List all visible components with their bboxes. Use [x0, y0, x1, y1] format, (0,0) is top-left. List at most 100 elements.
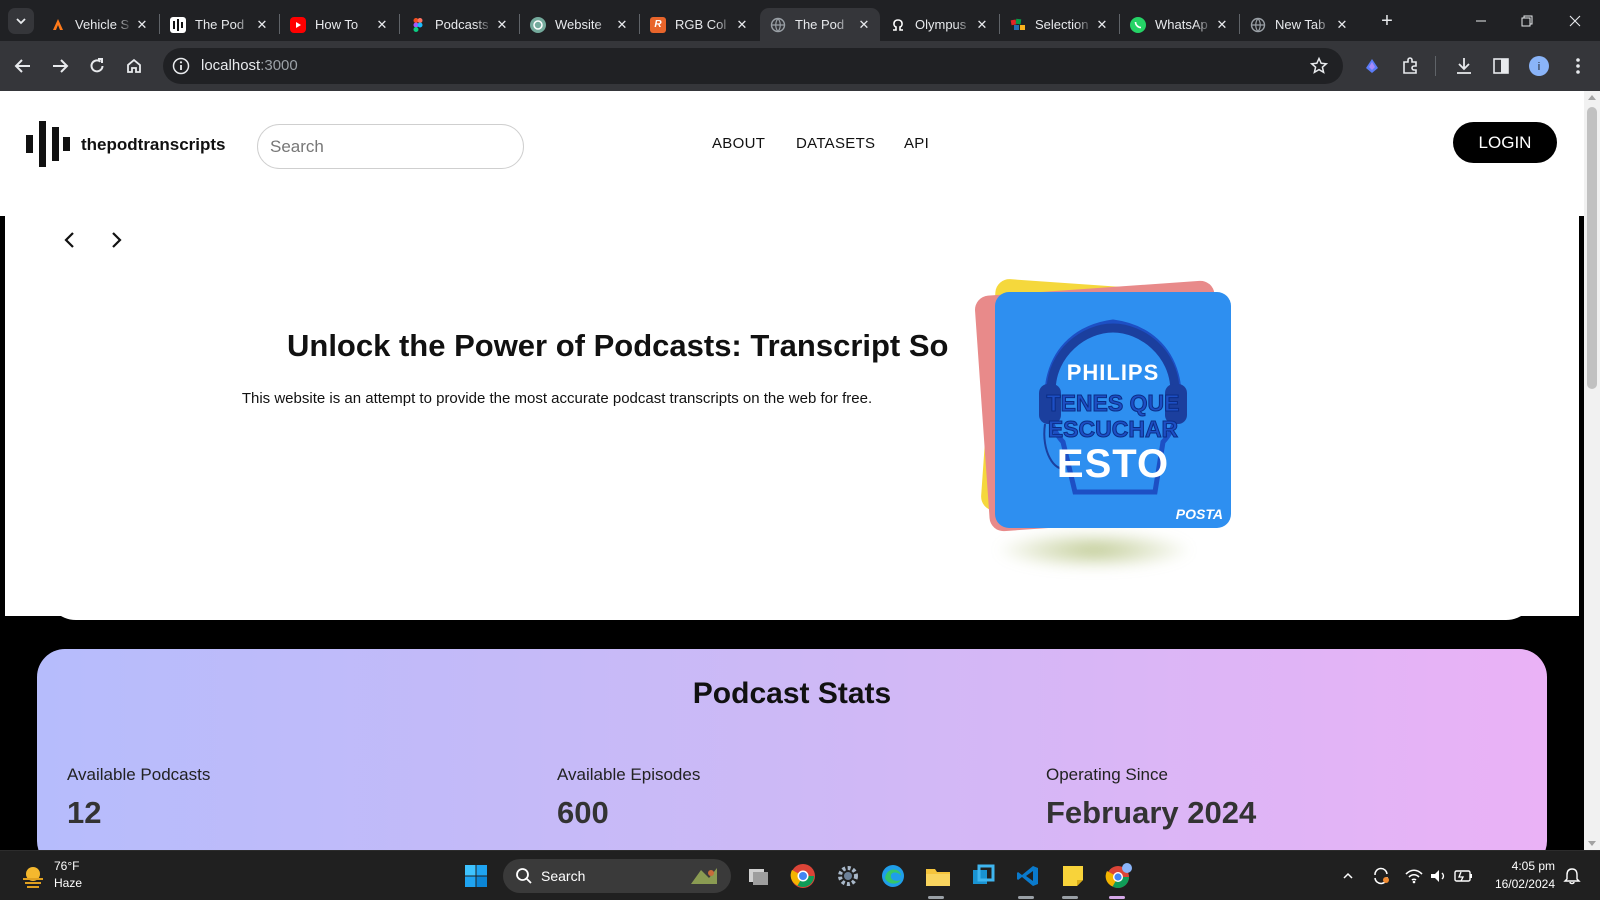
- artwork-badge: POSTA: [1175, 506, 1223, 522]
- site-info-icon[interactable]: [171, 56, 191, 76]
- tab-search-button[interactable]: [8, 8, 34, 34]
- search-highlight-icon: [691, 868, 717, 884]
- tab-item[interactable]: Selection ✕: [1000, 8, 1118, 41]
- search-input[interactable]: [257, 124, 524, 169]
- close-icon[interactable]: ✕: [134, 17, 150, 33]
- close-icon[interactable]: ✕: [734, 17, 750, 33]
- battery-icon[interactable]: [1453, 865, 1475, 887]
- wifi-icon[interactable]: [1403, 865, 1425, 887]
- taskbar-search-box[interactable]: Search: [503, 859, 731, 893]
- settings-gear-icon[interactable]: [832, 860, 864, 892]
- scrollbar-thumb[interactable]: [1587, 107, 1597, 389]
- tab-item[interactable]: New Tab ✕: [1240, 8, 1358, 41]
- new-tab-plus-icon[interactable]: +: [1376, 10, 1398, 32]
- task-view-icon[interactable]: [742, 860, 774, 892]
- file-explorer-icon[interactable]: [922, 860, 954, 892]
- tab-title: Website: [555, 17, 602, 32]
- home-icon[interactable]: [118, 50, 150, 82]
- chevron-down-icon: [16, 18, 26, 25]
- nav-about-link[interactable]: ABOUT: [712, 135, 765, 152]
- search-icon: [516, 868, 532, 884]
- weather-condition[interactable]: Haze: [54, 876, 82, 890]
- sticky-notes-icon[interactable]: [1057, 860, 1089, 892]
- close-icon[interactable]: ✕: [974, 17, 990, 33]
- brand-name[interactable]: thepodtranscripts: [81, 135, 226, 155]
- running-indicator: [1018, 896, 1034, 899]
- scroll-up-icon[interactable]: [1588, 95, 1596, 100]
- artwork-cover: PHILIPS TENES QUE ESCUCHAR ESTO POSTA: [995, 292, 1231, 528]
- url-text[interactable]: localhost:3000: [201, 57, 298, 74]
- tab-title: New Tab: [1275, 17, 1326, 32]
- tab-item[interactable]: Olympus ✕: [880, 8, 998, 41]
- address-bar[interactable]: localhost:3000: [163, 48, 1343, 84]
- carousel-prev-icon[interactable]: [60, 230, 80, 250]
- tab-item-active[interactable]: The Pod ✕: [760, 8, 880, 41]
- nav-datasets-link[interactable]: DATASETS: [796, 135, 875, 152]
- artwork-line2: ESCUCHAR: [1047, 416, 1179, 443]
- windows-start-icon[interactable]: [460, 860, 492, 892]
- page-viewport: thepodtranscripts ABOUT DATASETS API LOG…: [0, 91, 1584, 850]
- waveform-icon: [170, 16, 186, 33]
- close-icon[interactable]: ✕: [254, 17, 270, 33]
- globe-icon: [770, 17, 786, 33]
- svg-text:i: i: [1538, 61, 1540, 73]
- weather-temperature[interactable]: 76°F: [54, 859, 79, 873]
- restore-icon[interactable]: [1504, 0, 1550, 41]
- reload-icon[interactable]: [81, 50, 113, 82]
- sync-icon[interactable]: [1370, 865, 1392, 887]
- tab-title: Selection: [1035, 17, 1089, 32]
- minimize-icon[interactable]: [1458, 0, 1504, 41]
- close-icon[interactable]: ✕: [614, 17, 630, 33]
- waveform-logo-icon[interactable]: [26, 121, 70, 167]
- globe-icon: [1250, 17, 1266, 33]
- weather-haze-icon[interactable]: [20, 863, 46, 889]
- tab-title: The Pod: [795, 17, 845, 32]
- tray-overflow-chevron-icon[interactable]: [1337, 865, 1359, 887]
- volume-icon[interactable]: [1428, 865, 1450, 887]
- tab-item[interactable]: WhatsAp ✕: [1120, 8, 1238, 41]
- close-icon[interactable]: ✕: [1214, 17, 1230, 33]
- podcast-stats-section: Podcast Stats Available Podcasts 12 Avai…: [37, 649, 1547, 850]
- remote-desktop-icon[interactable]: [967, 860, 999, 892]
- podcast-artwork[interactable]: PHILIPS TENES QUE ESCUCHAR ESTO POSTA: [946, 274, 1266, 574]
- login-button[interactable]: LOGIN: [1453, 122, 1557, 163]
- close-icon[interactable]: ✕: [494, 17, 510, 33]
- stats-title: Podcast Stats: [692, 677, 892, 710]
- forward-icon[interactable]: [44, 50, 76, 82]
- tab-item[interactable]: Podcasts ✕: [400, 8, 518, 41]
- close-icon[interactable]: ✕: [1094, 17, 1110, 33]
- tab-item[interactable]: How To ✕: [280, 8, 398, 41]
- back-icon[interactable]: [7, 50, 39, 82]
- profile-avatar-icon[interactable]: i: [1527, 54, 1551, 78]
- artwork-line1: TENES QUE: [1046, 390, 1180, 417]
- extensions-puzzle-icon[interactable]: [1398, 54, 1422, 78]
- running-indicator: [928, 896, 944, 899]
- chrome-profile-icon[interactable]: [1103, 860, 1135, 892]
- whatsapp-icon: [1130, 16, 1146, 33]
- close-icon[interactable]: ✕: [374, 17, 390, 33]
- extension-copilot-icon[interactable]: [1360, 54, 1384, 78]
- chrome-icon[interactable]: [787, 860, 819, 892]
- scroll-down-icon[interactable]: [1588, 841, 1596, 846]
- olympus-icon: [890, 17, 906, 33]
- taskbar-date[interactable]: 16/02/2024: [1488, 877, 1555, 891]
- menu-kebab-icon[interactable]: [1566, 54, 1590, 78]
- carousel-next-icon[interactable]: [106, 230, 126, 250]
- tab-item[interactable]: Vehicle S ✕: [40, 8, 158, 41]
- bookmark-star-icon[interactable]: [1309, 56, 1329, 76]
- vscode-icon[interactable]: [1012, 860, 1044, 892]
- side-panel-icon[interactable]: [1489, 54, 1513, 78]
- edge-icon[interactable]: [877, 860, 909, 892]
- window-close-icon[interactable]: [1552, 0, 1598, 41]
- tab-item[interactable]: Website ✕: [520, 8, 638, 41]
- tab-item[interactable]: R RGB Col ✕: [640, 8, 758, 41]
- nav-api-link[interactable]: API: [904, 135, 929, 152]
- site-header: thepodtranscripts ABOUT DATASETS API LOG…: [0, 91, 1584, 216]
- tab-item[interactable]: The Pod ✕: [160, 8, 278, 41]
- taskbar-time[interactable]: 4:05 pm: [1493, 859, 1555, 873]
- notification-bell-icon[interactable]: [1561, 865, 1583, 887]
- close-icon[interactable]: ✕: [1334, 17, 1350, 33]
- download-icon[interactable]: [1452, 54, 1476, 78]
- close-icon[interactable]: ✕: [856, 17, 872, 33]
- page-scrollbar[interactable]: [1584, 91, 1600, 850]
